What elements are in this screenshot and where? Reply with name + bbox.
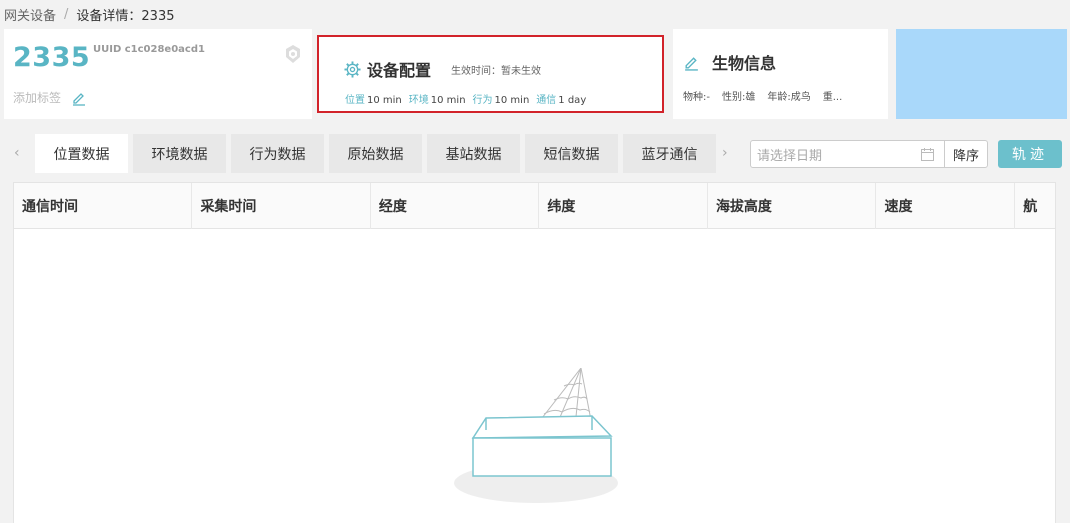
config-item: 行为 10 min — [472, 95, 530, 106]
track-button[interactable]: 轨迹 — [998, 140, 1062, 168]
bio-field: 重... — [822, 92, 843, 103]
date-placeholder: 请选择日期 — [757, 148, 823, 164]
column-header[interactable]: 海拔高度 — [708, 183, 877, 229]
tab-environment-data[interactable]: 环境数据 — [133, 134, 226, 173]
column-header[interactable]: 速度 — [876, 183, 1016, 229]
device-uuid: UUID c1c028e0acd1 — [93, 44, 205, 55]
table-header: 通信时间 采集时间 经度 纬度 海拔高度 速度 航 — [14, 183, 1055, 229]
data-table: 通信时间 采集时间 经度 纬度 海拔高度 速度 航 — [13, 182, 1056, 523]
add-tag[interactable]: 添加标签 — [13, 89, 87, 106]
tab-scroll-right-icon[interactable]: › — [722, 145, 728, 161]
device-card: 2335 UUID c1c028e0acd1 添加标签 — [4, 29, 312, 119]
config-card[interactable]: 设备配置 生效时间：暂未生效 位置 10 min 环境 10 min 行为 10 mi… — [317, 35, 664, 113]
breadcrumb-current: 设备详情：2335 — [76, 8, 175, 24]
config-effective-time: 生效时间：暂未生效 — [451, 65, 542, 77]
column-header[interactable]: 航 — [1015, 183, 1055, 229]
tabs-bar: ‹ 位置数据 环境数据 行为数据 原始数据 基站数据 短信数据 蓝牙通信 › 请… — [4, 127, 1067, 173]
column-header[interactable]: 采集时间 — [192, 183, 371, 229]
tab-sms-data[interactable]: 短信数据 — [525, 134, 618, 173]
config-header: 设备配置 生效时间：暂未生效 — [344, 57, 541, 81]
edit-icon[interactable] — [71, 90, 87, 106]
bio-fields: 物种:- 性别:雄 年龄:成鸟 重... — [683, 88, 883, 103]
bio-title: 生物信息 — [712, 54, 777, 73]
breadcrumb: 网关设备 / 设备详情：2335 — [4, 4, 175, 24]
column-header[interactable]: 经度 — [371, 183, 540, 229]
edit-icon[interactable] — [683, 54, 700, 71]
empty-box-icon — [454, 368, 618, 503]
tab-base-station-data[interactable]: 基站数据 — [427, 134, 520, 173]
shield-icon — [286, 45, 300, 63]
config-intervals: 位置 10 min 环境 10 min 行为 10 min 通信 1 day — [345, 91, 586, 106]
config-item: 位置 10 min — [345, 95, 402, 106]
add-tag-label: 添加标签 — [13, 91, 62, 105]
breadcrumb-separator: / — [64, 6, 69, 22]
column-header[interactable]: 通信时间 — [14, 183, 193, 229]
gear-icon — [344, 60, 361, 78]
blue-panel — [896, 29, 1067, 119]
date-picker-input[interactable]: 请选择日期 — [750, 140, 945, 168]
column-header[interactable]: 纬度 — [539, 183, 708, 229]
device-id: 2335 — [13, 42, 91, 73]
tab-behavior-data[interactable]: 行为数据 — [231, 134, 324, 173]
tab-location-data[interactable]: 位置数据 — [35, 134, 128, 173]
bio-field: 年龄:成鸟 — [767, 92, 811, 103]
config-title: 设备配置 — [367, 61, 432, 80]
breadcrumb-parent[interactable]: 网关设备 — [4, 5, 56, 24]
tab-scroll-left-icon[interactable]: ‹ — [14, 145, 20, 161]
sort-button[interactable]: 降序 — [944, 140, 988, 168]
bio-header: 生物信息 — [683, 50, 776, 74]
calendar-icon — [921, 148, 934, 161]
bio-field: 物种:- — [683, 92, 710, 103]
config-item: 通信 1 day — [536, 95, 587, 106]
bio-field: 性别:雄 — [721, 92, 756, 103]
tab-bluetooth[interactable]: 蓝牙通信 — [623, 134, 716, 173]
tab-raw-data[interactable]: 原始数据 — [329, 134, 422, 173]
config-item: 环境 10 min — [408, 95, 466, 106]
bio-card: 生物信息 物种:- 性别:雄 年龄:成鸟 重... — [673, 29, 888, 119]
